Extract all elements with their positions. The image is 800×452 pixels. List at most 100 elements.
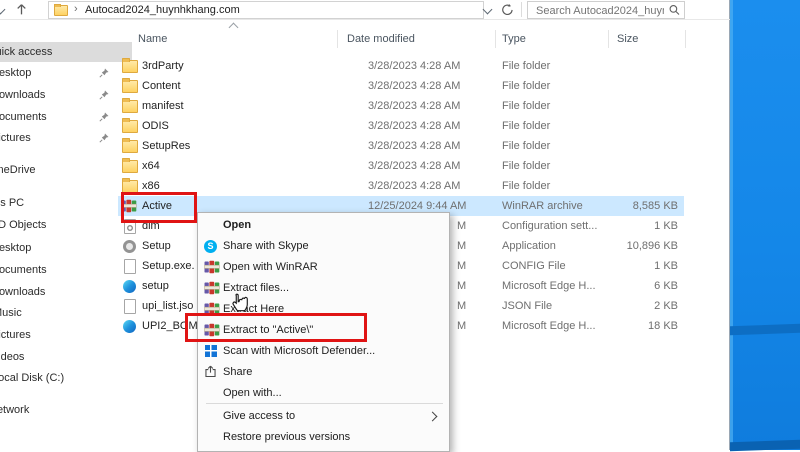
file-size: 2 KB [548, 296, 678, 316]
sidebar-item-downloads[interactable]: Downloads [0, 282, 136, 302]
column-header-date-modified[interactable]: Date modified [347, 28, 415, 50]
file-icon [124, 299, 136, 314]
menu-separator [206, 403, 443, 404]
column-separator[interactable] [685, 30, 686, 48]
breadcrumb[interactable]: Autocad2024_huynhkhang.com [85, 3, 240, 17]
file-date: 3/28/2023 4:28 AM [368, 156, 460, 176]
menu-item-share-with-skype[interactable]: Share with Skype [198, 236, 449, 257]
wallpaper-light-edge [730, 0, 733, 450]
file-icon [124, 259, 136, 274]
file-size: 18 KB [548, 316, 678, 336]
winrar-icon [204, 281, 220, 295]
menu-label: Give access to [223, 406, 295, 427]
sidebar-label: This PC [0, 197, 24, 209]
pin-icon [99, 90, 109, 100]
cursor-pointer-icon [229, 291, 250, 318]
sidebar-label: Videos [0, 351, 24, 363]
folder-icon [54, 5, 68, 16]
menu-item-share[interactable]: Share [198, 362, 449, 383]
column-separator[interactable] [495, 30, 496, 48]
sidebar-item-pictures-pinned[interactable]: Pictures [0, 128, 136, 148]
desktop-wallpaper [730, 0, 800, 450]
file-size [548, 116, 678, 136]
file-row-3rdparty[interactable]: 3rdParty 3/28/2023 4:28 AM File folder [118, 56, 684, 76]
file-date: M [457, 216, 487, 236]
refresh-button[interactable] [501, 3, 514, 16]
file-size [548, 56, 678, 76]
file-row-manifest[interactable]: manifest 3/28/2023 4:28 AM File folder [118, 96, 684, 116]
sidebar-item-network[interactable]: Network [0, 400, 134, 420]
menu-item-restore-previous-versions[interactable]: Restore previous versions [198, 427, 449, 448]
sidebar-label: Network [0, 404, 29, 416]
sidebar-label: Pictures [0, 329, 31, 341]
annotation-box-extract-to-active [185, 313, 367, 342]
menu-label: Share [223, 362, 252, 383]
file-row-content[interactable]: Content 3/28/2023 4:28 AM File folder [118, 76, 684, 96]
file-size: 8,585 KB [548, 196, 678, 216]
sidebar-label: Downloads [0, 286, 45, 298]
sidebar-item-pictures[interactable]: Pictures [0, 325, 136, 345]
sidebar-item-desktop-pinned[interactable]: Desktop [0, 63, 136, 83]
file-size: 10,896 KB [548, 236, 678, 256]
column-separator[interactable] [608, 30, 609, 48]
file-size: 1 KB [548, 216, 678, 236]
file-row-setupres[interactable]: SetupRes 3/28/2023 4:28 AM File folder [118, 136, 684, 156]
column-header-type[interactable]: Type [502, 28, 526, 50]
folder-icon [122, 80, 138, 93]
sidebar-label: Documents [0, 111, 47, 123]
file-size [548, 76, 678, 96]
file-date: 3/28/2023 4:28 AM [368, 96, 460, 116]
menu-item-open-with-winrar[interactable]: Open with WinRAR [198, 257, 449, 278]
file-date: M [457, 236, 487, 256]
sidebar-item-local-disk-c[interactable]: Local Disk (C:) [0, 368, 137, 388]
sidebar-label: Local Disk (C:) [0, 372, 64, 384]
sidebar-item-3d-objects[interactable]: 3D Objects [0, 215, 137, 235]
search-input[interactable] [534, 3, 666, 18]
menu-item-give-access-to[interactable]: Give access to [198, 406, 449, 427]
sidebar-item-documents[interactable]: Documents [0, 260, 136, 280]
file-name: x64 [142, 156, 160, 176]
file-name: Content [142, 76, 181, 96]
file-type: File folder [502, 176, 550, 196]
file-date: 3/28/2023 4:28 AM [368, 116, 460, 136]
menu-label: Share with Skype [223, 236, 309, 257]
search-box[interactable] [527, 1, 685, 19]
file-row-x86[interactable]: x86 3/28/2023 4:28 AM File folder [118, 176, 684, 196]
menu-item-scan-with-defender[interactable]: Scan with Microsoft Defender... [198, 341, 449, 362]
file-size: 1 KB [548, 256, 678, 276]
sidebar-label: 3D Objects [0, 219, 46, 231]
sidebar-label: Desktop [0, 67, 31, 79]
sidebar-item-documents-pinned[interactable]: Documents [0, 107, 136, 127]
sidebar-item-desktop[interactable]: Desktop [0, 238, 136, 258]
menu-item-open[interactable]: Open [198, 215, 449, 236]
column-header-name[interactable]: Name [138, 28, 167, 50]
sidebar-item-quick-access[interactable]: Quick access [0, 42, 132, 62]
file-row-x64[interactable]: x64 3/28/2023 4:28 AM File folder [118, 156, 684, 176]
column-header-row: Name Date modified Type Size [118, 28, 684, 50]
application-icon [123, 240, 136, 253]
file-date: 3/28/2023 4:28 AM [368, 56, 460, 76]
menu-item-open-with[interactable]: Open with... [198, 383, 449, 404]
file-date: M [457, 256, 487, 276]
column-separator[interactable] [337, 30, 338, 48]
nav-dropdown-icon[interactable] [0, 5, 5, 15]
column-header-size[interactable]: Size [617, 28, 638, 50]
file-date: 3/28/2023 4:28 AM [368, 76, 460, 96]
folder-icon [122, 120, 138, 133]
sidebar-item-onedrive[interactable]: OneDrive [0, 160, 134, 180]
folder-icon [122, 160, 138, 173]
file-type: File folder [502, 56, 550, 76]
menu-label: Scan with Microsoft Defender... [223, 341, 375, 362]
file-name: SetupRes [142, 136, 190, 156]
sidebar-item-videos[interactable]: Videos [0, 347, 136, 367]
file-type: JSON File [502, 296, 552, 316]
menu-label: Open with... [223, 383, 282, 404]
address-dropdown-icon[interactable] [483, 5, 493, 15]
sidebar-item-downloads-pinned[interactable]: Downloads [0, 85, 136, 105]
search-icon[interactable] [669, 4, 680, 19]
file-row-odis[interactable]: ODIS 3/28/2023 4:28 AM File folder [118, 116, 684, 136]
address-bar[interactable]: › Autocad2024_huynhkhang.com [48, 1, 484, 19]
sidebar-item-this-pc[interactable]: This PC [0, 193, 130, 213]
refresh-icon [501, 3, 514, 16]
up-button[interactable] [15, 2, 31, 18]
